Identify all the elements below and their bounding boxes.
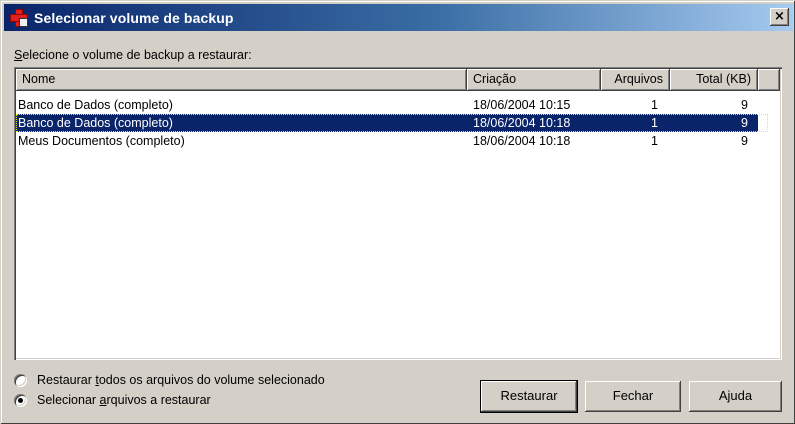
radio-restore-all-label: Restaurar todos os arquivos do volume se… bbox=[37, 373, 325, 387]
title-bar[interactable]: Selecionar volume de backup × bbox=[4, 4, 793, 31]
cell-nome: Banco de Dados (completo) bbox=[16, 114, 467, 132]
cell-nome: Banco de Dados (completo) bbox=[18, 98, 173, 112]
cell-arquivos: 1 bbox=[651, 98, 658, 112]
restore-button[interactable]: Restaurar bbox=[481, 381, 577, 412]
cell-criacao: 18/06/2004 10:18 bbox=[473, 134, 571, 148]
cell-criacao: 18/06/2004 10:18 bbox=[467, 114, 601, 132]
cell-arquivos: 1 bbox=[651, 134, 658, 148]
column-header-nome[interactable]: Nome bbox=[16, 69, 467, 91]
column-header-criacao[interactable]: Criação bbox=[467, 69, 601, 91]
radio-select-files-label: Selecionar arquivos a restaurar bbox=[37, 393, 211, 407]
close-button[interactable]: × bbox=[770, 8, 789, 26]
backup-volume-list[interactable]: Nome Criação Arquivos Total (KB) Banco d… bbox=[14, 67, 782, 360]
restore-mode-group: Restaurar todos os arquivos do volume se… bbox=[14, 370, 325, 410]
table-row[interactable]: Banco de Dados (completo) 18/06/2004 10:… bbox=[16, 96, 780, 114]
cell-total: 9 bbox=[670, 114, 758, 132]
radio-select-files[interactable]: Selecionar arquivos a restaurar bbox=[14, 390, 325, 410]
backup-app-icon bbox=[8, 7, 30, 29]
table-row-selected[interactable]: Banco de Dados (completo) 18/06/2004 10:… bbox=[16, 114, 768, 132]
cell-nome: Meus Documentos (completo) bbox=[18, 134, 185, 148]
list-prompt-label: Selecione o volume de backup a restaurar… bbox=[14, 48, 252, 62]
dialog-window: Selecionar volume de backup × Selecione … bbox=[0, 0, 795, 424]
list-rows: Banco de Dados (completo) 18/06/2004 10:… bbox=[16, 96, 780, 150]
window-title: Selecionar volume de backup bbox=[34, 9, 234, 26]
column-header-arquivos[interactable]: Arquivos bbox=[601, 69, 670, 91]
cell-arquivos: 1 bbox=[601, 114, 670, 132]
radio-restore-all-circle[interactable] bbox=[14, 373, 27, 387]
close-dialog-button[interactable]: Fechar bbox=[585, 381, 681, 412]
list-header: Nome Criação Arquivos Total (KB) bbox=[16, 69, 780, 91]
cell-criacao: 18/06/2004 10:15 bbox=[473, 98, 571, 112]
cell-total: 9 bbox=[741, 134, 748, 148]
radio-restore-all[interactable]: Restaurar todos os arquivos do volume se… bbox=[14, 370, 325, 390]
column-header-total[interactable]: Total (KB) bbox=[670, 69, 758, 91]
help-button[interactable]: Ajuda bbox=[689, 381, 782, 412]
column-header-filler bbox=[758, 69, 780, 91]
table-row[interactable]: Meus Documentos (completo) 18/06/2004 10… bbox=[16, 132, 780, 150]
radio-select-files-circle[interactable] bbox=[14, 393, 27, 407]
cell-total: 9 bbox=[741, 98, 748, 112]
prompt-text: elecione o volume de backup a restaurar: bbox=[22, 48, 252, 62]
